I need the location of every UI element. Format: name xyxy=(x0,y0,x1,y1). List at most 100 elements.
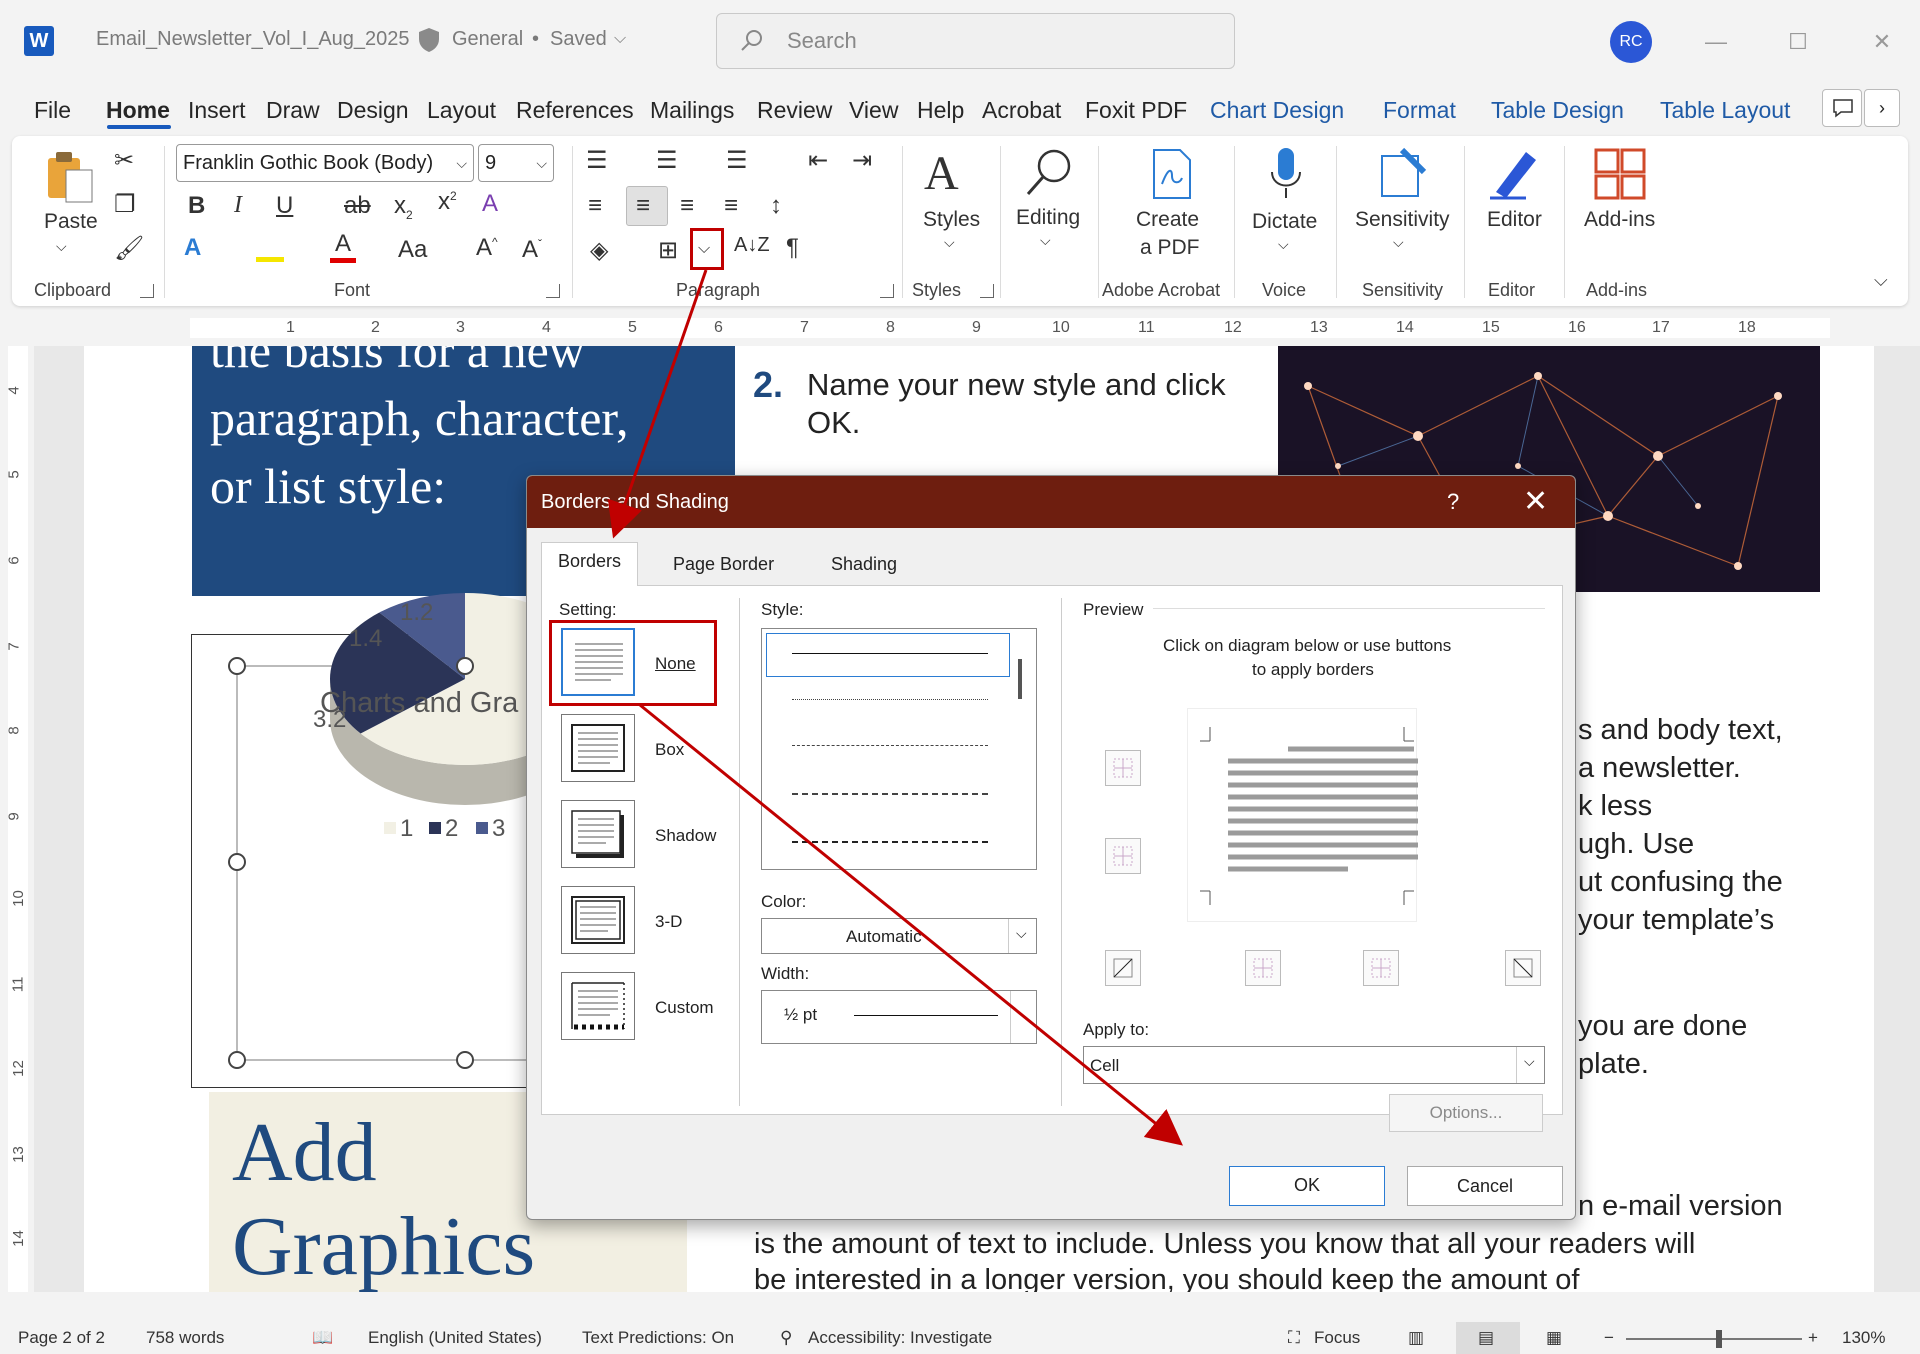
create-pdf-line2[interactable]: a PDF xyxy=(1140,236,1200,260)
align-left-icon[interactable]: ≡ xyxy=(588,192,602,220)
setting-shadow-button[interactable] xyxy=(561,800,635,868)
highlight-color-icon[interactable] xyxy=(256,236,284,262)
text-effects-icon[interactable]: A xyxy=(184,234,201,262)
zoom-out-button[interactable]: − xyxy=(1604,1328,1614,1348)
close-window-button[interactable]: ✕ xyxy=(1862,24,1902,60)
setting-none-button[interactable] xyxy=(561,628,635,696)
style-solid[interactable] xyxy=(792,653,988,654)
strikethrough-icon[interactable]: ab xyxy=(344,192,371,220)
styles-icon[interactable]: A xyxy=(924,146,959,201)
minimize-button[interactable]: — xyxy=(1696,24,1736,60)
dialog-help-button[interactable]: ? xyxy=(1447,489,1459,515)
diagonal-up-button[interactable] xyxy=(1105,950,1141,986)
style-list-scrollbar[interactable] xyxy=(1018,659,1022,699)
text-predictions[interactable]: Text Predictions: On xyxy=(582,1328,734,1348)
read-mode-icon[interactable]: ▥ xyxy=(1408,1328,1424,1348)
create-pdf-line1[interactable]: Create xyxy=(1136,208,1199,232)
left-border-button[interactable] xyxy=(1245,950,1281,986)
top-border-button[interactable] xyxy=(1105,750,1141,786)
collapse-ribbon-icon[interactable]: ⌵ xyxy=(1874,270,1888,291)
line-style-list[interactable] xyxy=(761,628,1037,870)
tab-view[interactable]: View xyxy=(849,97,898,124)
font-family-combo[interactable]: Franklin Gothic Book (Body) ⌵ xyxy=(176,144,474,182)
resize-handle[interactable] xyxy=(228,1051,246,1069)
zoom-level[interactable]: 130% xyxy=(1842,1328,1885,1348)
sensitivity-icon[interactable] xyxy=(1378,146,1430,200)
comments-button[interactable] xyxy=(1822,89,1862,127)
zoom-slider[interactable] xyxy=(1626,1338,1802,1340)
underline-icon[interactable]: U xyxy=(276,192,293,220)
format-painter-icon[interactable]: 🖌 xyxy=(114,234,144,263)
justify-icon[interactable]: ≡ xyxy=(724,192,738,220)
tab-table-design[interactable]: Table Design xyxy=(1491,97,1624,124)
align-center-icon[interactable]: ≡ xyxy=(636,192,650,220)
cut-icon[interactable]: ✂ xyxy=(114,146,134,175)
tab-help[interactable]: Help xyxy=(917,97,964,124)
tab-page-border[interactable]: Page Border xyxy=(657,546,790,584)
accessibility-status[interactable]: Accessibility: Investigate xyxy=(808,1328,992,1348)
show-formatting-icon[interactable]: ¶ xyxy=(786,234,799,262)
dialog-close-button[interactable]: ✕ xyxy=(1523,484,1548,519)
tab-insert[interactable]: Insert xyxy=(188,97,246,124)
chevron-down-icon[interactable]: ⌵ xyxy=(1040,232,1051,249)
editing-button[interactable]: Editing xyxy=(1016,206,1080,230)
editor-icon[interactable] xyxy=(1486,146,1542,202)
web-layout-icon[interactable]: ▦ xyxy=(1546,1328,1562,1348)
zoom-slider-thumb[interactable] xyxy=(1716,1330,1722,1348)
tab-table-layout[interactable]: Table Layout xyxy=(1660,97,1790,124)
resize-handle[interactable] xyxy=(456,657,474,675)
color-dropdown[interactable]: Automatic ⌵ xyxy=(761,918,1037,954)
selected-style-item[interactable] xyxy=(766,633,1010,677)
sort-icon[interactable]: A↓Z xyxy=(734,234,770,257)
style-small-dash[interactable] xyxy=(792,745,988,746)
grow-font-icon[interactable]: A^ xyxy=(476,234,498,262)
borders-icon[interactable]: ⊞ xyxy=(658,236,678,265)
tab-mailings[interactable]: Mailings xyxy=(650,97,734,124)
styles-button[interactable]: Styles xyxy=(923,208,980,232)
increase-indent-icon[interactable]: ⇥ xyxy=(852,146,872,175)
save-status[interactable]: Saved xyxy=(550,28,607,51)
multilevel-list-icon[interactable]: ☰ xyxy=(726,146,748,175)
tab-file[interactable]: File xyxy=(34,97,71,124)
tab-chart-design[interactable]: Chart Design xyxy=(1210,97,1344,124)
paste-label[interactable]: Paste xyxy=(44,210,98,234)
tab-draw[interactable]: Draw xyxy=(266,97,320,124)
chevron-down-icon[interactable]: ⌵ xyxy=(614,30,626,48)
numbering-icon[interactable]: ☰ xyxy=(656,146,678,175)
style-dotted[interactable] xyxy=(792,699,988,700)
microphone-icon[interactable] xyxy=(1268,146,1304,202)
tab-acrobat[interactable]: Acrobat xyxy=(982,97,1061,124)
tab-format[interactable]: Format xyxy=(1383,97,1456,124)
shrink-font-icon[interactable]: Aˇ xyxy=(522,236,542,264)
search-box[interactable]: Search xyxy=(716,13,1235,69)
middle-border-button[interactable] xyxy=(1105,838,1141,874)
apply-to-dropdown[interactable]: Cell ⌵ xyxy=(1083,1046,1545,1084)
line-spacing-icon[interactable]: ↕ xyxy=(770,192,782,220)
change-case-icon[interactable]: Aa xyxy=(398,236,427,264)
diagonal-down-button[interactable] xyxy=(1505,950,1541,986)
maximize-button[interactable]: ☐ xyxy=(1778,24,1818,60)
horizontal-ruler[interactable]: 1 2 3 4 5 6 7 8 9 10 11 12 13 14 15 16 1… xyxy=(0,310,1920,346)
style-large-dash[interactable] xyxy=(792,793,988,795)
subscript-icon[interactable]: x2 xyxy=(394,192,413,222)
resize-handle[interactable] xyxy=(456,1051,474,1069)
setting-3d-button[interactable] xyxy=(561,886,635,954)
document-title[interactable]: Email_Newsletter_Vol_I_Aug_2025 xyxy=(96,28,410,51)
bullets-icon[interactable]: ☰ xyxy=(586,146,608,175)
add-ins-icon[interactable] xyxy=(1594,148,1646,200)
tab-foxit-pdf[interactable]: Foxit PDF xyxy=(1085,97,1187,124)
focus-mode[interactable]: Focus xyxy=(1314,1328,1360,1348)
chevron-down-icon[interactable]: ⌵ xyxy=(1393,234,1404,251)
tab-references[interactable]: References xyxy=(516,97,634,124)
sensitivity-button[interactable]: Sensitivity xyxy=(1355,208,1450,232)
chevron-down-icon[interactable]: ⌵ xyxy=(944,234,955,251)
setting-custom-button[interactable] xyxy=(561,972,635,1040)
paragraph-launcher-icon[interactable] xyxy=(880,284,894,298)
dictate-button[interactable]: Dictate xyxy=(1252,210,1317,234)
resize-handle[interactable] xyxy=(228,853,246,871)
setting-custom-label[interactable]: Custom xyxy=(655,998,714,1018)
setting-none-label[interactable]: None xyxy=(655,654,696,674)
cancel-button[interactable]: Cancel xyxy=(1407,1166,1563,1206)
superscript-icon[interactable]: x2 xyxy=(438,188,457,216)
clipboard-launcher-icon[interactable] xyxy=(140,284,154,298)
